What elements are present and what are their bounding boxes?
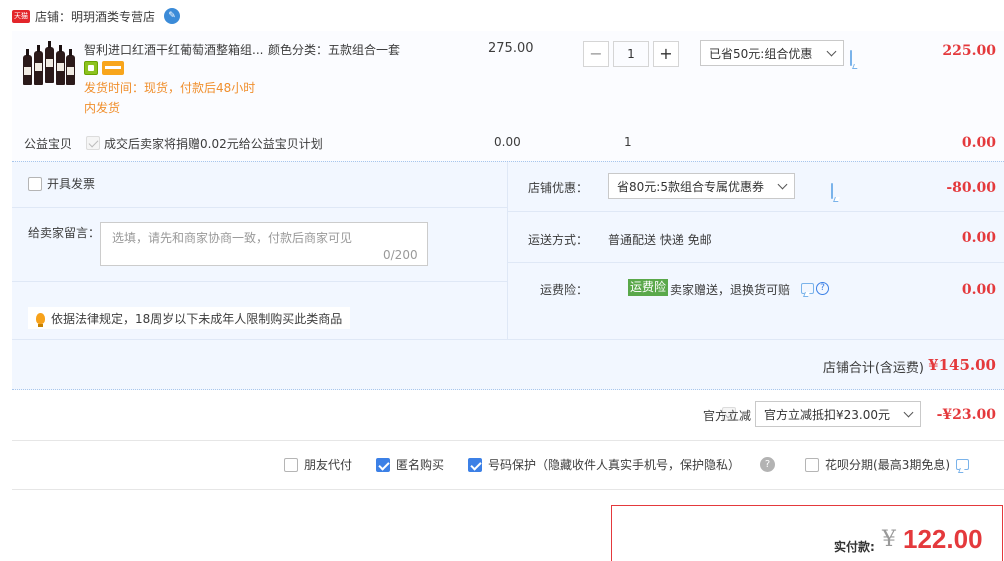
- installment-option[interactable]: 花呗分期(最高3期免息): [805, 456, 950, 473]
- shop-coupon-value: 省80元:5款组合专属优惠券: [617, 179, 764, 194]
- shop-sum-label: 店铺合计(含运费): [822, 361, 924, 376]
- number-protect-label: 号码保护（隐藏收件人真实手机号，保护隐私）: [488, 458, 741, 472]
- official-discount-label: 官方立减: [703, 409, 752, 423]
- chat-icon[interactable]: ✎: [164, 8, 181, 24]
- chevron-down-icon: [777, 179, 788, 189]
- gift-checkbox: [86, 136, 100, 150]
- guarantee-icon[interactable]: [84, 61, 98, 75]
- shop-coupon-label: 店铺优惠：: [527, 181, 588, 195]
- qty-decrease-button[interactable]: −: [583, 41, 609, 67]
- divider: [12, 339, 1004, 340]
- gift-price: 0.00: [494, 135, 521, 149]
- divider: [508, 211, 1004, 212]
- invoice-option[interactable]: 开具发票: [28, 175, 95, 192]
- divider: [12, 489, 1004, 490]
- law-notice-text: 依据法律规定，18周岁以下未成年人限制购买此类商品: [51, 311, 343, 326]
- shop-coupon-select[interactable]: 省80元:5款组合专属优惠券: [608, 173, 795, 199]
- item-total: 225.00: [942, 43, 996, 59]
- anonymous-checkbox[interactable]: [376, 457, 391, 472]
- number-protect-checkbox[interactable]: [468, 457, 483, 472]
- tmall-icon: 天猫: [12, 9, 30, 23]
- anonymous-option[interactable]: 匿名购买: [376, 456, 444, 473]
- anonymous-label: 匿名购买: [396, 458, 445, 472]
- message-icon[interactable]: [830, 183, 833, 199]
- payment-label: 实付款:: [834, 540, 875, 554]
- product-thumbnail[interactable]: [20, 41, 76, 89]
- service-icons: [84, 61, 124, 75]
- item-discount-value: 已省50元:组合优惠: [709, 46, 813, 61]
- insurance-label: 运费险：: [539, 283, 588, 297]
- gift-text: 成交后卖家将捐赠0.02元给公益宝贝计划: [104, 137, 323, 151]
- message-icon[interactable]: [850, 50, 852, 66]
- ship-time: 发货时间：现货，付款后48小时: [84, 81, 256, 95]
- product-title[interactable]: 智利进口红酒干红葡萄酒整箱组...: [84, 41, 264, 58]
- friend-pay-option[interactable]: 朋友代付: [284, 456, 352, 473]
- delivery-fee: 0.00: [961, 230, 996, 246]
- law-notice: 依据法律规定，18周岁以下未成年人限制购买此类商品: [28, 307, 351, 329]
- card-payment-icon[interactable]: [102, 61, 124, 75]
- insurance-badge: 运费险: [628, 279, 669, 296]
- product-sku: 颜色分类：五款组合一套: [268, 43, 401, 57]
- insurance-icons: ?: [801, 282, 829, 295]
- order-options-panel: [12, 161, 1004, 390]
- message-icon[interactable]: [801, 283, 814, 294]
- divider: [12, 440, 1004, 441]
- official-discount-value: 官方立减抵扣¥23.00元: [764, 407, 890, 422]
- insurance-fee: 0.00: [961, 282, 996, 298]
- friend-pay-checkbox[interactable]: [284, 457, 298, 472]
- shop-header: 天猫 店铺：明玥酒类专营店 ✎: [12, 7, 181, 25]
- chevron-down-icon: [903, 407, 914, 417]
- item-discount-select[interactable]: 已省50元:组合优惠: [700, 40, 844, 66]
- delivery-label: 运送方式：: [527, 233, 588, 247]
- gift-total: 0.00: [961, 135, 996, 151]
- quantity-stepper: − 1 +: [583, 40, 679, 68]
- delivery-method: 普通配送 快递 免邮: [608, 233, 712, 247]
- qty-increase-button[interactable]: +: [653, 41, 679, 67]
- shop-sum-value: ¥145.00: [928, 356, 996, 374]
- memo-char-count: 0/200: [383, 248, 418, 262]
- memo-placeholder: 选填，请先和商家协商一致，付款后商家可见: [112, 231, 353, 245]
- lightbulb-icon: [36, 312, 45, 327]
- message-icon[interactable]: [956, 459, 970, 470]
- number-protect-option[interactable]: 号码保护（隐藏收件人真实手机号，保护隐私）: [468, 456, 740, 473]
- currency-symbol: ¥: [882, 527, 896, 552]
- divider: [12, 281, 507, 282]
- friend-pay-label: 朋友代付: [304, 458, 353, 472]
- divider: [508, 262, 1004, 263]
- ship-note: 内发货: [84, 101, 121, 115]
- shop-name[interactable]: 店铺：明玥酒类专营店: [35, 8, 155, 25]
- divider: [12, 207, 507, 208]
- shop-coupon-amount: -80.00: [946, 180, 996, 196]
- gift-qty: 1: [624, 135, 632, 149]
- unit-price: 275.00: [488, 41, 534, 56]
- invoice-checkbox[interactable]: [28, 176, 42, 191]
- payment-amount: 122.00: [903, 524, 983, 554]
- official-discount-amount: -¥23.00: [936, 407, 996, 423]
- help-icon[interactable]: ?: [816, 282, 829, 295]
- installment-checkbox[interactable]: [805, 457, 820, 472]
- insurance-text: 卖家赠送，退换货可赔: [670, 283, 791, 297]
- help-icon[interactable]: ?: [760, 457, 776, 472]
- gift-label: 公益宝贝: [24, 137, 73, 151]
- invoice-label: 开具发票: [47, 177, 96, 191]
- installment-label: 花呗分期(最高3期免息): [825, 458, 951, 472]
- purchase-options: 朋友代付 匿名购买 号码保护（隐藏收件人真实手机号，保护隐私） ? 花呗分期(最…: [284, 456, 970, 473]
- memo-label: 给卖家留言：: [28, 226, 101, 240]
- chevron-down-icon: [826, 46, 837, 56]
- qty-input[interactable]: 1: [613, 41, 649, 67]
- official-discount-select[interactable]: 官方立减抵扣¥23.00元: [755, 401, 921, 427]
- divider: [507, 162, 508, 339]
